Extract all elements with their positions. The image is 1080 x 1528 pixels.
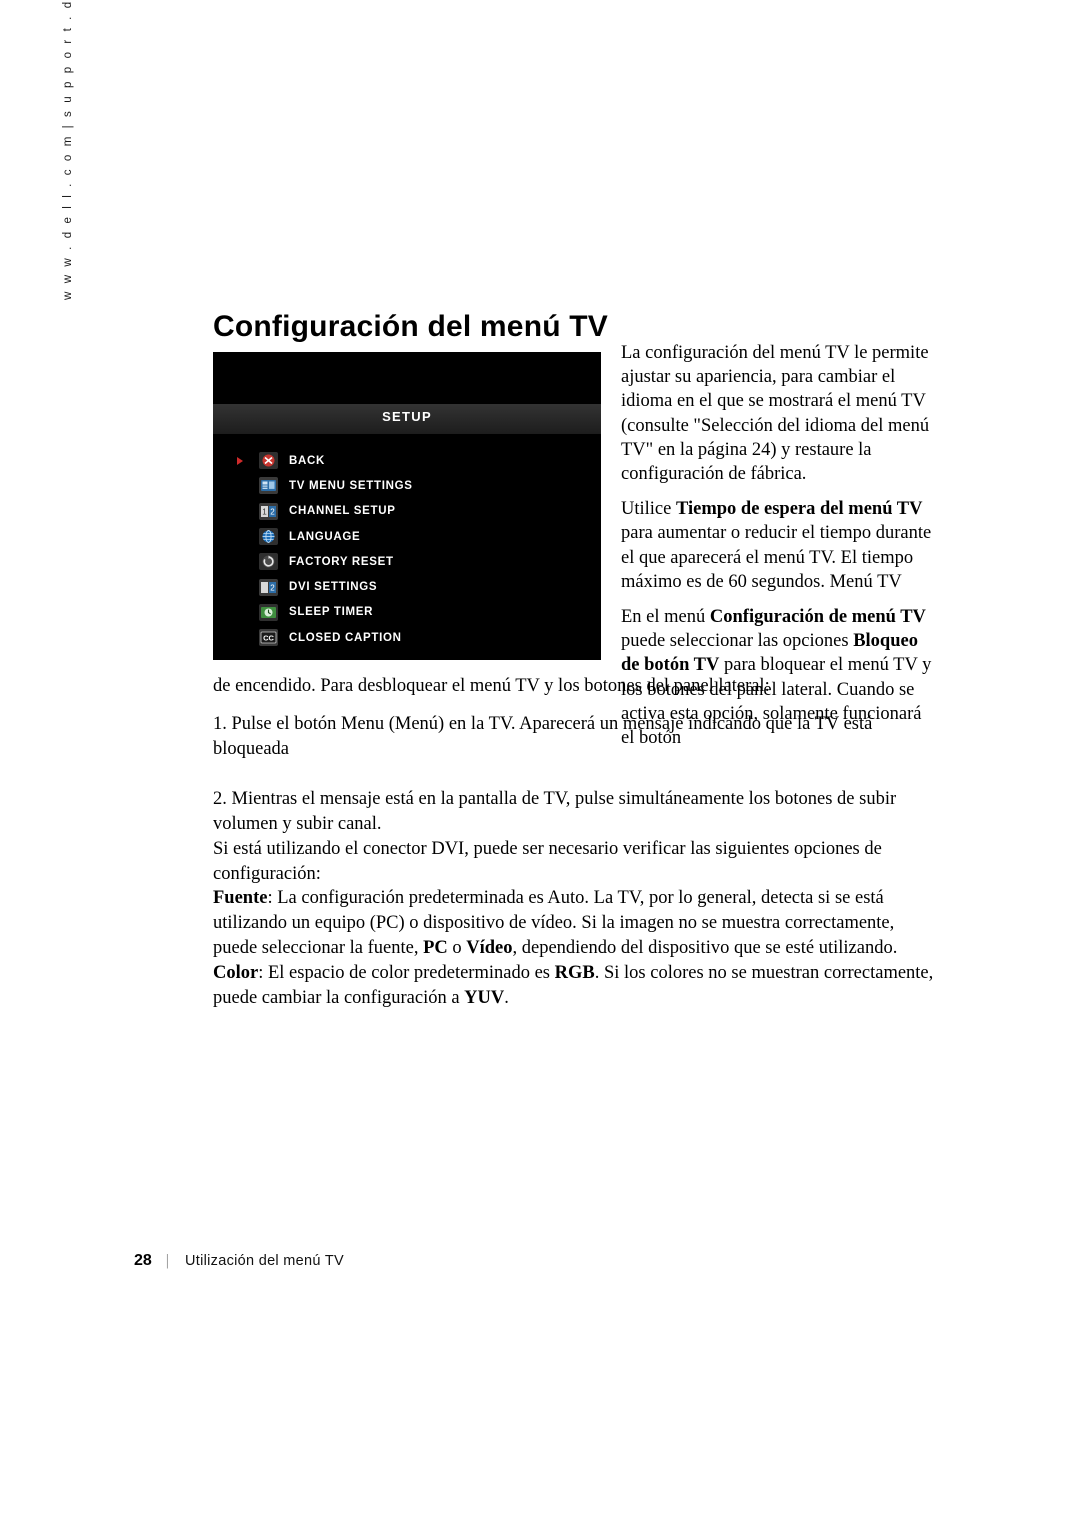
osd-menu-item-back[interactable]: BACK	[213, 448, 601, 473]
svg-text:2: 2	[270, 583, 275, 592]
side-url-label: w w w . d e l l . c o m | s u p p o r t …	[62, 0, 74, 300]
svg-text:2: 2	[270, 507, 275, 516]
osd-setup-screenshot: SETUP BACK TV MENU SETTINGS 1 2 CHANNEL …	[213, 352, 601, 660]
fuente-video: Vídeo	[466, 938, 513, 958]
footer-page-number: 28	[134, 1252, 152, 1269]
p3-mid: puede seleccionar las opciones	[621, 631, 854, 652]
fuente-paragraph: Fuente: La configuración predeterminada …	[213, 886, 940, 961]
osd-menu-item-language[interactable]: LANGUAGE	[213, 524, 601, 549]
page-footer: 28 | Utilización del menú TV	[134, 1252, 344, 1270]
footer-section-label: Utilización del menú TV	[185, 1253, 344, 1269]
osd-item-label: CLOSED CAPTION	[289, 631, 402, 644]
color-label: Color	[213, 963, 259, 983]
factory-reset-icon	[259, 553, 278, 571]
svg-text:CC: CC	[263, 634, 274, 643]
fuente-mid: o	[447, 938, 467, 958]
step-1-text: 1. Pulse el botón Menu (Menú) en la TV. …	[213, 714, 873, 759]
dvi-note: Si está utilizando el conector DVI, pued…	[213, 837, 940, 887]
document-page: w w w . d e l l . c o m | s u p p o r t …	[0, 0, 1080, 1528]
osd-menu-item-channel-setup[interactable]: 1 2 CHANNEL SETUP	[213, 499, 601, 524]
color-end: .	[504, 988, 509, 1008]
selection-caret-icon	[237, 456, 243, 465]
intro-paragraph-2: Utilice Tiempo de espera del menú TV par…	[621, 497, 937, 594]
osd-item-label: SLEEP TIMER	[289, 606, 374, 619]
language-globe-icon	[259, 528, 278, 546]
page-title: Configuración del menú TV	[213, 310, 609, 344]
paragraph-continuation: de encendido. Para desbloquear el menú T…	[213, 674, 940, 699]
dvi-settings-icon: 2	[259, 578, 278, 596]
fuente-end: , dependiendo del dispositivo que se est…	[512, 938, 898, 958]
p3-prefix: En el menú	[621, 607, 710, 628]
osd-item-label: FACTORY RESET	[289, 555, 394, 568]
fuente-pc: PC	[423, 938, 448, 958]
color-rgb: RGB	[554, 963, 595, 983]
color-yuv: YUV	[464, 988, 505, 1008]
tv-menu-settings-icon	[259, 477, 278, 495]
paragraph-continuation-text: de encendido. Para desbloquear el menú T…	[213, 676, 770, 696]
osd-item-label: TV MENU SETTINGS	[289, 479, 413, 492]
osd-menu-item-factory-reset[interactable]: FACTORY RESET	[213, 549, 601, 574]
p3-bold1: Configuración de menú TV	[709, 607, 926, 628]
color-text: : El espacio de color predeterminado es	[258, 963, 555, 983]
closed-caption-icon: CC	[259, 629, 278, 647]
osd-menu-item-tv-menu-settings[interactable]: TV MENU SETTINGS	[213, 473, 601, 498]
osd-header-title: SETUP	[382, 409, 432, 424]
osd-menu-item-sleep-timer[interactable]: SLEEP TIMER	[213, 600, 601, 625]
back-icon	[259, 452, 278, 470]
channel-setup-icon: 1 2	[259, 502, 278, 520]
p2-bold: Tiempo de espera del menú TV	[675, 499, 923, 520]
step-2: 2. Mientras el mensaje está en la pantal…	[213, 787, 940, 837]
color-paragraph: Color: El espacio de color predeterminad…	[213, 961, 940, 1011]
intro-paragraph-1: La configuración del menú TV le permite …	[621, 343, 930, 485]
osd-menu-list: BACK TV MENU SETTINGS 1 2 CHANNEL SETUP …	[213, 448, 601, 650]
svg-text:1: 1	[262, 507, 267, 516]
osd-item-label: BACK	[289, 454, 326, 467]
osd-item-label: LANGUAGE	[289, 530, 361, 543]
step-1: 1. Pulse el botón Menu (Menú) en la TV. …	[213, 712, 940, 762]
p2-rest: para aumentar o reducir el tiempo durant…	[621, 523, 932, 592]
step-2-text: 2. Mientras el mensaje está en la pantal…	[213, 789, 897, 834]
osd-item-label: DVI SETTINGS	[289, 581, 378, 594]
footer-separator: |	[165, 1252, 169, 1269]
p2-prefix: Utilice	[621, 499, 676, 520]
osd-item-label: CHANNEL SETUP	[289, 505, 396, 518]
sleep-timer-icon	[259, 603, 278, 621]
fuente-label: Fuente	[213, 888, 268, 908]
osd-menu-item-closed-caption[interactable]: CC CLOSED CAPTION	[213, 625, 601, 650]
osd-menu-item-dvi-settings[interactable]: 2 DVI SETTINGS	[213, 574, 601, 599]
dvi-note-text: Si está utilizando el conector DVI, pued…	[213, 839, 882, 884]
